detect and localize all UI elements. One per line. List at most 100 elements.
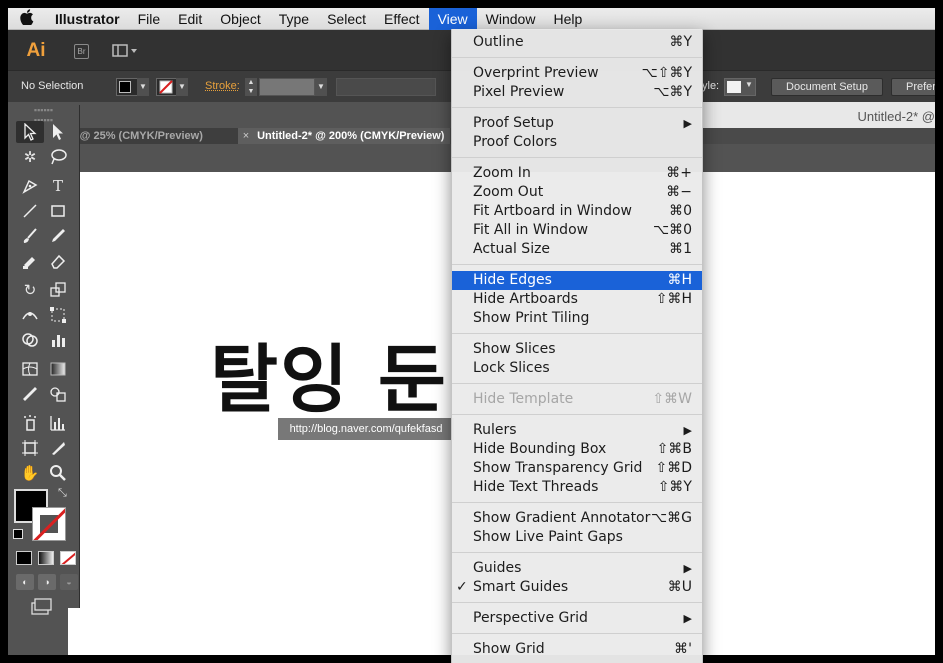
pencil-tool-icon[interactable]	[44, 225, 72, 247]
menu-item-hide-template: Hide Template ⇧⌘W	[452, 390, 702, 409]
menu-item-hide-text-threads[interactable]: Hide Text Threads ⇧⌘Y	[452, 478, 702, 497]
blend-tool-icon[interactable]	[44, 383, 72, 405]
menu-item-overprint-preview[interactable]: Overprint Preview ⌥⇧⌘Y	[452, 64, 702, 83]
menu-edit[interactable]: Edit	[169, 8, 211, 30]
menu-item-outline[interactable]: Outline ⌘Y	[452, 33, 702, 52]
magic-wand-tool-icon[interactable]: ✲	[16, 146, 44, 168]
arrange-documents-button[interactable]	[112, 43, 140, 59]
screen-mode-icon[interactable]	[30, 597, 52, 620]
menu-item-show-transparency-grid[interactable]: Show Transparency Grid ⇧⌘D	[452, 459, 702, 478]
mesh-tool-icon[interactable]	[16, 358, 44, 380]
menu-item-shortcut: ⌘+	[666, 165, 692, 181]
draw-behind-icon[interactable]: ◑	[38, 574, 56, 590]
gradient-tool-icon[interactable]	[44, 358, 72, 380]
selection-tool-icon[interactable]	[16, 120, 44, 143]
preferences-button[interactable]: Prefere	[891, 78, 935, 96]
menu-item-label: Hide Artboards	[473, 291, 578, 307]
pen-tool-icon[interactable]	[16, 175, 44, 197]
rotate-tool-icon[interactable]: ↻	[16, 279, 44, 301]
stroke-weight-field[interactable]	[259, 78, 315, 96]
document-tab-inactive[interactable]: 3.ai* @ 25% (CMYK/Preview)	[54, 128, 238, 144]
menu-select[interactable]: Select	[318, 8, 375, 30]
document-tab-active[interactable]: × Untitled-2* @ 200% (CMYK/Preview)	[238, 128, 450, 144]
column-graph-tool-icon[interactable]	[44, 412, 72, 434]
stroke-weight-dropdown[interactable]: ▼	[315, 78, 327, 96]
menu-item-fit-all-in-window[interactable]: Fit All in Window ⌥⌘0	[452, 221, 702, 240]
blob-brush-tool-icon[interactable]	[16, 250, 44, 272]
menu-app-name[interactable]: Illustrator	[46, 8, 129, 30]
line-segment-tool-icon[interactable]	[16, 200, 44, 222]
menu-item-show-gradient-annotator[interactable]: Show Gradient Annotator ⌥⌘G	[452, 509, 702, 528]
menu-item-pixel-preview[interactable]: Pixel Preview ⌥⌘Y	[452, 83, 702, 102]
menu-type[interactable]: Type	[270, 8, 318, 30]
selection-status: No Selection	[21, 80, 84, 92]
panel-grip[interactable]: ▪▪▪▪▪▪ ▪▪▪▪▪▪	[8, 105, 79, 125]
draw-normal-icon[interactable]: ◐	[16, 574, 34, 590]
menu-item-hide-artboards[interactable]: Hide Artboards ⇧⌘H	[452, 290, 702, 309]
symbol-sprayer-tool-icon[interactable]	[16, 412, 44, 434]
stroke-label[interactable]: Stroke:	[205, 80, 240, 92]
menu-item-perspective-grid[interactable]: Perspective Grid ▶	[452, 609, 702, 628]
menu-item-fit-artboard-in-window[interactable]: Fit Artboard in Window ⌘0	[452, 202, 702, 221]
menu-item-smart-guides[interactable]: ✓ Smart Guides ⌘U	[452, 578, 702, 597]
menu-object[interactable]: Object	[211, 8, 269, 30]
rectangle-tool-icon[interactable]	[44, 200, 72, 222]
menu-item-zoom-out[interactable]: Zoom Out ⌘−	[452, 183, 702, 202]
menu-window[interactable]: Window	[477, 8, 545, 30]
menu-item-show-print-tiling[interactable]: Show Print Tiling	[452, 309, 702, 328]
eraser-tool-icon[interactable]	[44, 250, 72, 272]
type-tool-icon[interactable]: T	[44, 175, 72, 197]
menu-item-proof-colors[interactable]: Proof Colors	[452, 133, 702, 152]
close-tab-icon[interactable]: ×	[238, 128, 254, 144]
menu-item-label: Zoom In	[473, 165, 531, 181]
slice-tool-icon[interactable]	[44, 437, 72, 459]
menu-item-hide-edges[interactable]: Hide Edges ⌘H	[452, 271, 702, 290]
fill-dropdown-arrow[interactable]: ▼	[137, 78, 149, 96]
graph-tool-icon[interactable]	[44, 329, 72, 351]
menu-item-show-slices[interactable]: Show Slices	[452, 340, 702, 359]
stroke-dropdown-arrow[interactable]: ▼	[176, 78, 188, 96]
shape-builder-tool-icon[interactable]	[16, 329, 44, 351]
default-fill-stroke-icon[interactable]	[13, 529, 23, 539]
variable-width-profile[interactable]	[336, 78, 436, 96]
color-mode-icon[interactable]	[16, 551, 32, 565]
lasso-tool-icon[interactable]	[44, 146, 72, 168]
menu-item-actual-size[interactable]: Actual Size ⌘1	[452, 240, 702, 259]
artwork-text[interactable]: 탈잉 둔	[210, 320, 448, 427]
swap-fill-stroke-icon[interactable]: ⤡	[58, 487, 67, 500]
artboard-tool-icon[interactable]	[16, 437, 44, 459]
fill-stroke-control: ⤡	[8, 485, 79, 547]
menu-item-label: Show Slices	[473, 341, 556, 357]
gradient-mode-icon[interactable]	[38, 551, 54, 565]
draw-inside-icon[interactable]: ◒	[60, 574, 78, 590]
free-transform-tool-icon[interactable]	[44, 304, 72, 326]
menu-item-rulers[interactable]: Rulers ▶	[452, 421, 702, 440]
zoom-tool-icon[interactable]	[44, 462, 72, 484]
menu-file[interactable]: File	[129, 8, 170, 30]
none-mode-icon[interactable]	[60, 551, 76, 565]
bridge-button[interactable]: Br	[74, 44, 89, 59]
menu-item-show-live-paint-gaps[interactable]: Show Live Paint Gaps	[452, 528, 702, 547]
hand-tool-icon[interactable]: ✋	[16, 462, 44, 484]
menu-item-lock-slices[interactable]: Lock Slices	[452, 359, 702, 378]
direct-selection-tool-icon[interactable]	[44, 121, 72, 143]
menu-view[interactable]: View	[428, 7, 477, 30]
menu-help[interactable]: Help	[544, 8, 591, 30]
menu-item-zoom-in[interactable]: Zoom In ⌘+	[452, 164, 702, 183]
menu-item-proof-setup[interactable]: Proof Setup ▶	[452, 114, 702, 133]
menu-item-guides[interactable]: Guides ▶	[452, 559, 702, 578]
apple-icon[interactable]	[8, 8, 46, 29]
checkmark-icon: ✓	[456, 579, 468, 595]
menu-item-show-grid[interactable]: Show Grid ⌘'	[452, 640, 702, 659]
document-setup-button[interactable]: Document Setup	[771, 78, 883, 96]
stroke-weight-stepper[interactable]: ▲ ▼	[245, 78, 257, 96]
graphic-style-picker[interactable]: ▼	[724, 78, 756, 96]
eyedropper-tool-icon[interactable]	[16, 383, 44, 405]
menu-effect[interactable]: Effect	[375, 8, 429, 30]
menu-item-hide-bounding-box[interactable]: Hide Bounding Box ⇧⌘B	[452, 440, 702, 459]
menu-item-label: Show Transparency Grid	[473, 460, 643, 476]
width-tool-icon[interactable]	[16, 304, 44, 326]
scale-tool-icon[interactable]	[44, 279, 72, 301]
paintbrush-tool-icon[interactable]	[16, 225, 44, 247]
stroke-swatch[interactable]	[32, 507, 66, 541]
